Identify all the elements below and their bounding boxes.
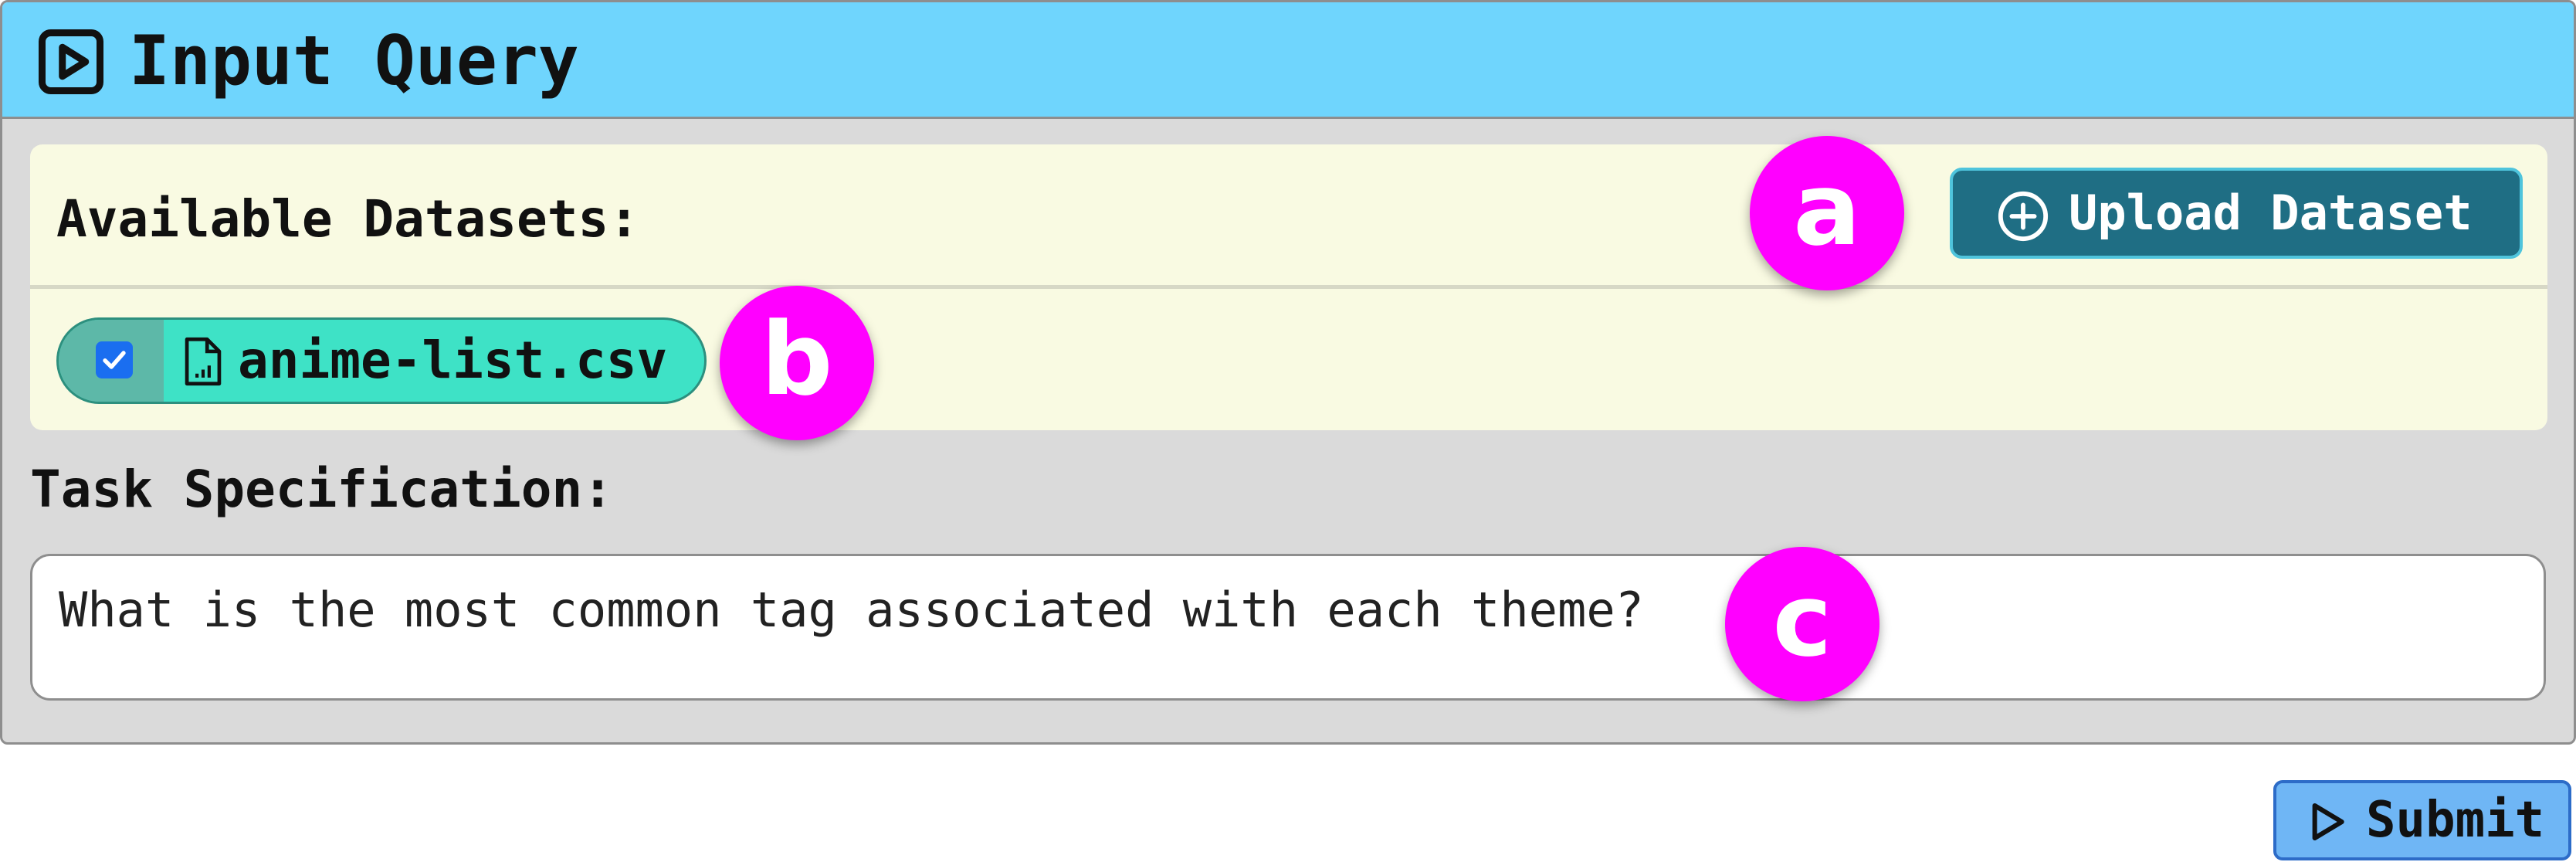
annotation-marker-c: c: [1725, 547, 1879, 701]
panel-header: Input Query: [2, 2, 2574, 119]
dataset-checkbox[interactable]: [96, 341, 133, 378]
play-icon: [2312, 803, 2344, 841]
dataset-checkbox-area[interactable]: [59, 320, 164, 402]
play-square-icon: [39, 29, 103, 94]
datasets-divider: [30, 285, 2547, 289]
available-datasets-section: Available Datasets: Upload Dataset anime…: [30, 144, 2547, 430]
annotation-marker-a: a: [1750, 136, 1904, 290]
task-specification-text: What is the most common tag associated w…: [59, 582, 1644, 638]
upload-dataset-label: Upload Dataset: [2069, 185, 2473, 241]
checkmark-icon: [103, 351, 126, 369]
input-query-panel: Input Query Available Datasets: Upload D…: [0, 0, 2576, 745]
submit-button[interactable]: Submit: [2273, 780, 2571, 860]
annotation-marker-b: b: [720, 286, 874, 440]
submit-label: Submit: [2366, 792, 2545, 849]
plus-circle-icon: [1998, 191, 2049, 242]
file-chart-icon: [185, 337, 222, 386]
dataset-filename: anime-list.csv: [238, 331, 668, 390]
dataset-chip-anime-list[interactable]: anime-list.csv: [56, 317, 707, 404]
panel-title: Input Query: [129, 21, 579, 100]
upload-dataset-button[interactable]: Upload Dataset: [1950, 168, 2523, 259]
available-datasets-label: Available Datasets:: [56, 189, 639, 249]
task-specification-label: Task Specification:: [30, 460, 613, 519]
task-specification-input[interactable]: What is the most common tag associated w…: [30, 554, 2546, 701]
